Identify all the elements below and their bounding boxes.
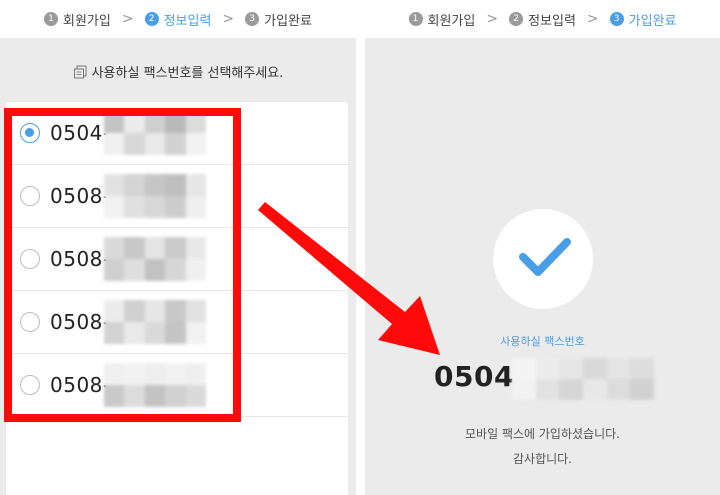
info-input-screen: 1 회원가입 > 2 정보입력 > 3 가입완료 사용하실 팩스번호를 선택해주… bbox=[0, 0, 356, 495]
step-separator: > bbox=[586, 11, 599, 27]
step-number: 2 bbox=[144, 12, 159, 26]
step-number: 3 bbox=[609, 12, 624, 26]
step-signup: 1 회원가입 > bbox=[44, 10, 145, 29]
step-separator: > bbox=[486, 11, 499, 27]
prompt-text: 사용하실 팩스번호를 선택해주세요. bbox=[91, 66, 284, 81]
step-label: 정보입력 bbox=[528, 13, 576, 29]
step-label: 회원가입 bbox=[63, 13, 111, 29]
step-number: 2 bbox=[509, 12, 524, 26]
step-indicator: 1 회원가입 > 2 정보입력 > 3 가입완료 bbox=[0, 0, 356, 38]
step-number: 1 bbox=[408, 12, 423, 26]
select-prompt: 사용하실 팩스번호를 선택해주세요. bbox=[0, 62, 356, 81]
step-label: 정보입력 bbox=[163, 13, 212, 29]
screenshot-root: 1 회원가입 > 2 정보입력 > 3 가입완료 사용하실 팩스번호를 선택해주… bbox=[0, 0, 720, 495]
step-label: 가입완료 bbox=[264, 13, 312, 29]
blurred-digits bbox=[512, 358, 654, 400]
step-signup: 1 회원가입 > bbox=[408, 10, 510, 29]
success-badge bbox=[493, 209, 593, 309]
step-complete: 3 가입완료 bbox=[609, 10, 677, 29]
step-complete: 3 가입완료 bbox=[245, 10, 312, 29]
thank-you-message: 감사합니다. bbox=[512, 452, 572, 466]
step-label: 가입완료 bbox=[628, 13, 677, 29]
step-number: 1 bbox=[44, 12, 58, 26]
fax-number-label: 사용하실 팩스번호 bbox=[500, 335, 585, 348]
step-info-input: 2 정보입력 > bbox=[144, 10, 246, 29]
signup-complete-screen: 1 회원가입 > 2 정보입력 > 3 가입완료 사용하실 팩스번호 0504- bbox=[365, 0, 720, 495]
step-number: 3 bbox=[245, 12, 260, 26]
step-separator: > bbox=[121, 11, 134, 27]
step-indicator: 1 회원가입 > 2 정보입력 > 3 가입완료 bbox=[365, 0, 720, 38]
document-icon bbox=[73, 65, 87, 78]
check-icon bbox=[519, 238, 571, 276]
step-info-input: 2 정보입력 > bbox=[509, 10, 610, 29]
completion-message: 모바일 팩스에 가입하셨습니다. bbox=[465, 427, 620, 441]
step-label: 회원가입 bbox=[427, 13, 476, 29]
highlight-box bbox=[4, 108, 241, 422]
step-separator: > bbox=[222, 11, 235, 27]
